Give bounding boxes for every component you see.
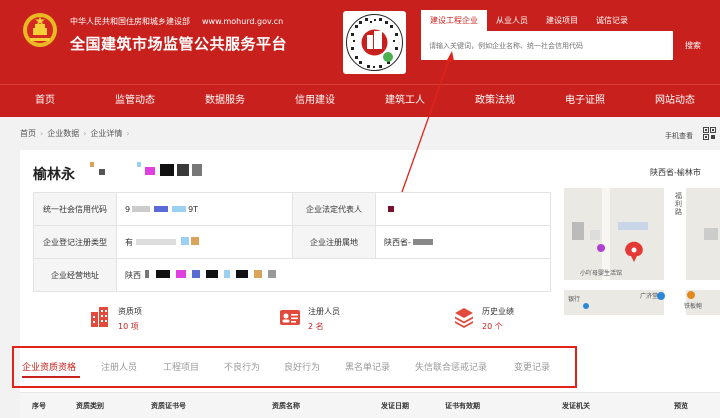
stat-label: 历史业绩 xyxy=(482,307,514,316)
map-label: 小吖母婴生活馆 xyxy=(580,270,623,277)
breadcrumb: 首页 › 企业数据 › 企业详情 › xyxy=(20,128,134,139)
nav-item-data-services[interactable]: 数据服务 xyxy=(180,85,270,117)
qualification-table-header: 序号 资质类别 资质证书号 资质名称 发证日期 证书有效期 发证机关 预览 xyxy=(20,392,720,418)
breadcrumb-home[interactable]: 首页 xyxy=(20,129,36,138)
redaction-block xyxy=(137,162,141,167)
search-tab-projects[interactable]: 建设项目 xyxy=(537,10,587,31)
search-button[interactable]: 搜索 xyxy=(673,31,713,60)
tab-projects[interactable]: 工程项目 xyxy=(163,360,199,373)
id-card-icon xyxy=(280,310,300,325)
column-header: 资质类别 xyxy=(76,402,104,410)
breadcrumb-enterprise-detail: 企业详情 xyxy=(90,129,123,138)
column-header: 预览 xyxy=(674,402,688,410)
company-info-table: 统一社会信用代码 9 9T 企业法定代表人 企业登记注册类型 有 企业注册属地 陕… xyxy=(33,192,551,292)
map-label: 铁板鲍 xyxy=(684,303,703,310)
qr-code-icon[interactable] xyxy=(703,127,716,140)
tab-blacklist[interactable]: 黑名单记录 xyxy=(345,360,390,373)
registration-type-value: 有 xyxy=(116,225,293,259)
column-header: 发证日期 xyxy=(381,402,409,410)
credit-code-value: 9 9T xyxy=(116,192,293,226)
detail-tabs: 企业资质资格 注册人员 工程项目 不良行为 良好行为 黑名单记录 失信联合惩戒记… xyxy=(12,346,580,390)
stat-label: 资质项 xyxy=(118,307,142,316)
business-address-label: 企业经营地址 xyxy=(33,258,117,292)
ministry-label: 中华人民共和国住房和城乡建设部 xyxy=(70,17,190,26)
nav-item-supervision-news[interactable]: 监管动态 xyxy=(90,85,180,117)
legal-rep-label: 企业法定代表人 xyxy=(292,192,376,226)
search-panel: 建设工程企业 从业人员 建设项目 诚信记录 搜索 xyxy=(421,10,713,60)
nav-item-policies[interactable]: 政策法规 xyxy=(450,85,540,117)
legal-rep-value xyxy=(375,192,551,226)
breadcrumb-separator: › xyxy=(83,129,87,138)
location-map[interactable]: 福 利 路 小吖母婴生活馆 广济堂 银行 铁板鲍 xyxy=(564,188,720,315)
registration-place-value: 陕西省- xyxy=(375,225,551,259)
column-header: 证书有效期 xyxy=(445,402,480,410)
column-header: 资质名称 xyxy=(272,402,300,410)
tab-qualifications[interactable]: 企业资质资格 xyxy=(22,360,76,373)
tab-bad-behavior[interactable]: 不良行为 xyxy=(224,360,260,373)
mobile-view-link[interactable]: 手机查看 xyxy=(665,131,693,141)
company-name-text: 榆林永 xyxy=(33,167,75,183)
building-icon xyxy=(91,307,108,327)
tab-good-behavior[interactable]: 良好行为 xyxy=(284,360,320,373)
column-header: 发证机关 xyxy=(562,402,590,410)
search-input[interactable] xyxy=(421,31,673,60)
national-emblem-icon xyxy=(23,13,57,47)
company-name: 榆林永 xyxy=(33,164,75,184)
column-header: 序号 xyxy=(32,402,46,410)
stat-label: 注册人员 xyxy=(308,307,340,316)
business-address-value: 陕西 xyxy=(116,258,551,292)
redaction-block xyxy=(90,162,94,167)
nav-item-e-certificates[interactable]: 电子证照 xyxy=(540,85,630,117)
search-tab-credit[interactable]: 诚信记录 xyxy=(587,10,637,31)
active-tab-underline xyxy=(22,376,80,378)
qr-code-icon xyxy=(346,14,403,71)
redaction-block xyxy=(145,167,155,175)
stats-row: 资质项 10 项 注册人员 2 名 历史业绩 20 个 xyxy=(90,302,570,336)
company-region: 陕西省-榆林市 xyxy=(650,168,701,177)
ministry-name: 中华人民共和国住房和城乡建设部 www.mohurd.gov.cn xyxy=(70,16,283,27)
page: 中华人民共和国住房和城乡建设部 www.mohurd.gov.cn 全国建筑市场监… xyxy=(0,0,720,418)
breadcrumb-separator: › xyxy=(126,129,130,138)
search-tabs: 建设工程企业 从业人员 建设项目 诚信记录 xyxy=(421,10,713,31)
registration-type-label: 企业登记注册类型 xyxy=(33,225,117,259)
search-tab-enterprise[interactable]: 建设工程企业 xyxy=(421,10,487,31)
nav-item-site-news[interactable]: 网站动态 xyxy=(630,85,720,117)
nav-item-workers[interactable]: 建筑工人 xyxy=(360,85,450,117)
header: 中华人民共和国住房和城乡建设部 www.mohurd.gov.cn 全国建筑市场监… xyxy=(0,0,720,84)
company-detail-card: 榆林永 陕西省-榆林市 统一社会信用代码 9 9T 企业法定代表人 企业登记注册类… xyxy=(12,150,720,418)
credit-code-label: 统一社会信用代码 xyxy=(33,192,117,226)
ministry-url[interactable]: www.mohurd.gov.cn xyxy=(202,17,283,26)
redaction-block xyxy=(192,164,202,176)
stat-value: 10 项 xyxy=(118,322,139,331)
nav-item-home[interactable]: 首页 xyxy=(0,85,90,117)
redaction-block xyxy=(99,169,105,175)
map-label: 福 利 路 xyxy=(675,192,682,216)
registration-place-label: 企业注册属地 xyxy=(292,225,376,259)
nav-item-credit[interactable]: 信用建设 xyxy=(270,85,360,117)
layers-icon xyxy=(455,308,473,328)
tab-registered-personnel[interactable]: 注册人员 xyxy=(101,360,137,373)
mini-program-qr-code xyxy=(343,11,406,74)
stat-value: 2 名 xyxy=(308,322,324,331)
map-label: 广济堂 xyxy=(640,293,659,300)
search-tab-personnel[interactable]: 从业人员 xyxy=(487,10,537,31)
site-title[interactable]: 全国建筑市场监管公共服务平台 xyxy=(70,33,287,54)
redaction-block xyxy=(160,164,174,176)
main-nav: 首页 监管动态 数据服务 信用建设 建筑工人 政策法规 电子证照 网站动态 xyxy=(0,84,720,117)
breadcrumb-enterprise-data[interactable]: 企业数据 xyxy=(47,129,79,138)
tab-change-records[interactable]: 变更记录 xyxy=(514,360,550,373)
stat-value: 20 个 xyxy=(482,322,503,331)
column-header: 资质证书号 xyxy=(151,402,186,410)
redaction-block xyxy=(177,164,189,176)
breadcrumb-separator: › xyxy=(40,129,44,138)
tab-joint-punishment[interactable]: 失信联合惩戒记录 xyxy=(415,360,487,373)
